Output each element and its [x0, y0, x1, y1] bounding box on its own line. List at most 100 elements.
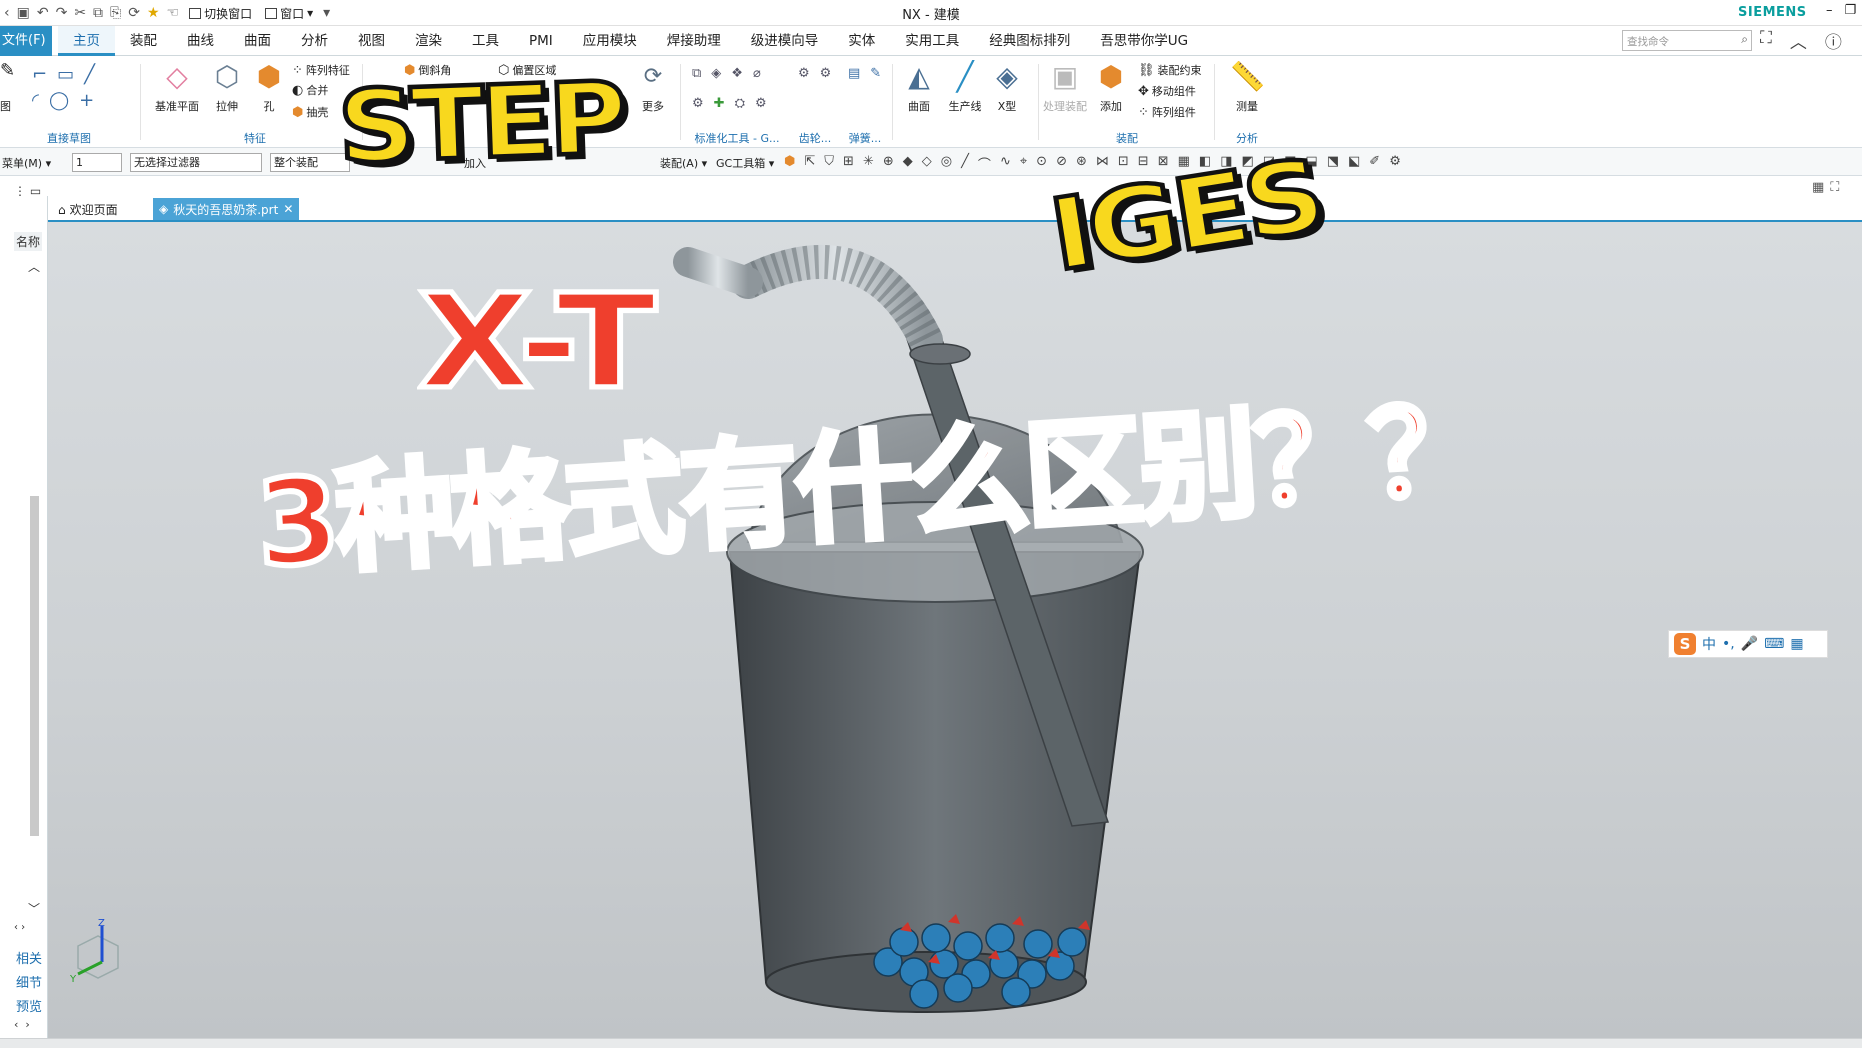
tab-utilities[interactable]: 实用工具 [890, 26, 974, 56]
help-icon[interactable]: ⓘ [1825, 28, 1842, 53]
scope-select[interactable]: 整个装配 [270, 153, 350, 172]
grid-icon[interactable]: ▦ [1790, 636, 1803, 652]
hole-button[interactable]: ⬢ 孔 [246, 60, 292, 114]
view-triad[interactable]: Z Y [68, 916, 138, 986]
view-icon[interactable]: ⬕ [1348, 154, 1360, 173]
x-form-button[interactable]: ◈ X型 [984, 60, 1030, 114]
more-button[interactable]: ⟳ 更多 [630, 60, 676, 114]
tool-icon[interactable]: ⛭ [735, 96, 745, 111]
measure-icon[interactable]: ✐ [1369, 154, 1380, 173]
circle-icon[interactable]: ◯ [49, 90, 69, 111]
pattern-component-button[interactable]: ⁘ 阵列组件 [1138, 104, 1196, 120]
unite-button[interactable]: ◐ 合并 [292, 82, 328, 98]
ime-language[interactable]: 中 [1702, 634, 1716, 654]
rectangle-icon[interactable]: ▭ [57, 64, 74, 85]
spring-icon[interactable]: ▤ [848, 66, 860, 81]
close-icon[interactable]: ✕ [283, 202, 293, 216]
assembly-menu[interactable]: 装配(A) ▾ [660, 155, 707, 171]
keyboard-icon[interactable]: ⌨ [1764, 636, 1784, 652]
tab-view[interactable]: 视图 [343, 26, 400, 56]
add-component-button[interactable]: ⬢ 添加 [1088, 60, 1134, 114]
profile-icon[interactable]: ⌐ [32, 64, 47, 85]
tool-icon[interactable]: ◈ [711, 66, 721, 81]
select-icon[interactable]: ⬢ [784, 154, 795, 173]
arc-icon[interactable]: ◜ [32, 90, 39, 111]
filter-icon[interactable]: ⛉ [824, 154, 834, 173]
snap-icon[interactable]: ⌖ [1020, 154, 1027, 173]
snap-icon[interactable]: ∿ [1000, 154, 1011, 173]
tool-icon[interactable]: ⚙ [755, 96, 767, 111]
tool-icon[interactable]: ⚙ [692, 96, 704, 111]
extrude-button[interactable]: ⬡ 拉伸 [204, 60, 250, 114]
related-panel-tab[interactable]: 相关 [16, 948, 42, 967]
settings-icon[interactable]: ⚙ [1389, 154, 1401, 173]
tab-render[interactable]: 渲染 [400, 26, 457, 56]
assembly-constraint-button[interactable]: ⛓ 装配约束 [1138, 62, 1202, 78]
restore-icon[interactable]: ❐ [1845, 3, 1857, 18]
gear-icon[interactable]: ⚙ [798, 66, 810, 81]
preview-panel-tab[interactable]: 预览 [16, 996, 42, 1015]
snap-icon[interactable]: ⊞ [843, 154, 854, 173]
snap-icon[interactable]: ◆ [903, 154, 913, 173]
spring-icon[interactable]: ✎ [870, 66, 881, 81]
snap-icon[interactable]: ⊛ [1076, 154, 1087, 173]
move-component-button[interactable]: ✥ 移动组件 [1138, 83, 1196, 99]
sketch-icon[interactable]: ✎ [0, 60, 15, 81]
collapse-ribbon-icon[interactable]: ︿ [1790, 28, 1807, 53]
tab-curve[interactable]: 曲线 [172, 26, 229, 56]
tool-icon[interactable]: ⌀ [753, 66, 761, 81]
ime-toolbar[interactable]: S 中 •, 🎤 ⌨ ▦ [1668, 630, 1828, 658]
tab-classic-icons[interactable]: 经典图标排列 [974, 26, 1085, 56]
details-panel-tab[interactable]: 细节 [16, 972, 42, 991]
microphone-icon[interactable]: 🎤 [1741, 636, 1758, 652]
minimize-icon[interactable]: – [1826, 3, 1833, 18]
tool-icon[interactable]: ❖ [731, 66, 743, 81]
snap-icon[interactable]: ✳ [863, 154, 874, 173]
punctuation-icon[interactable]: •, [1722, 636, 1735, 652]
graphics-window[interactable]: Z Y S 中 •, 🎤 ⌨ ▦ [48, 222, 1862, 1038]
scroll-down-icon[interactable]: ﹀ [28, 900, 40, 917]
datum-plane-button[interactable]: ◇ 基准平面 [154, 60, 200, 114]
snap-icon[interactable]: ╱ [961, 154, 969, 173]
fullscreen-icon[interactable]: ⛶ [1760, 28, 1772, 53]
search-icon[interactable]: ⌕ [1741, 32, 1748, 47]
process-assembly-button[interactable]: ▣ 处理装配 [1042, 60, 1088, 114]
production-line-button[interactable]: ╱ 生产线 [942, 60, 988, 114]
tab-solid[interactable]: 实体 [833, 26, 890, 56]
expand-icon[interactable]: ‹ › [14, 922, 25, 933]
tab-applications[interactable]: 应用模块 [568, 26, 652, 56]
tab-welcome-page[interactable]: ⌂ 欢迎页面 [58, 199, 118, 220]
layer-select[interactable]: 1 [72, 153, 122, 172]
tab-part-file[interactable]: ◈ 秋天的吾思奶茶.prt ✕ [153, 198, 300, 220]
scroll-up-icon[interactable]: ︿ [28, 258, 40, 275]
panel-pin-icon[interactable]: ⋮ ▭ [14, 184, 41, 198]
name-column-header[interactable]: 名称 [14, 232, 43, 251]
snap-icon[interactable]: ⊕ [883, 154, 894, 173]
tab-progressive-die[interactable]: 级进模向导 [736, 26, 834, 56]
snap-icon[interactable]: ⌒ [978, 154, 991, 173]
maximize-icon[interactable]: ⛶ [1830, 180, 1845, 195]
tool-icon[interactable]: ✚ [714, 96, 725, 111]
tab-tools[interactable]: 工具 [457, 26, 514, 56]
command-search-input[interactable]: 查找命令 ⌕ [1622, 30, 1752, 51]
checker-icon[interactable]: ▦ [1812, 180, 1830, 195]
snap-icon[interactable]: ⊙ [1036, 154, 1047, 173]
measure-button[interactable]: 📏 测量 [1224, 60, 1270, 114]
menu-button[interactable]: 菜单(M) ▾ [2, 155, 51, 171]
file-menu-tab[interactable]: 文件(F) [0, 26, 52, 56]
type-filter-select[interactable]: 无选择过滤器 [130, 153, 262, 172]
snap-icon[interactable]: ⊘ [1056, 154, 1067, 173]
gear-icon[interactable]: ⚙ [820, 66, 832, 81]
snap-icon[interactable]: ◎ [941, 154, 952, 173]
surface-button[interactable]: ◭ 曲面 [896, 60, 942, 114]
nav-arrows-icon[interactable]: ‹ › [14, 1018, 30, 1031]
gc-toolbox-menu[interactable]: GC工具箱 ▾ [716, 155, 774, 171]
tab-home[interactable]: 主页 [58, 26, 115, 56]
tab-assembly[interactable]: 装配 [115, 26, 172, 56]
scrollbar-thumb[interactable] [30, 496, 39, 836]
line-icon[interactable]: ╱ [84, 64, 95, 85]
tab-analysis[interactable]: 分析 [286, 26, 343, 56]
point-icon[interactable]: + [79, 90, 94, 111]
shell-button[interactable]: ⬢ 抽壳 [292, 104, 328, 120]
tab-surface[interactable]: 曲面 [229, 26, 286, 56]
